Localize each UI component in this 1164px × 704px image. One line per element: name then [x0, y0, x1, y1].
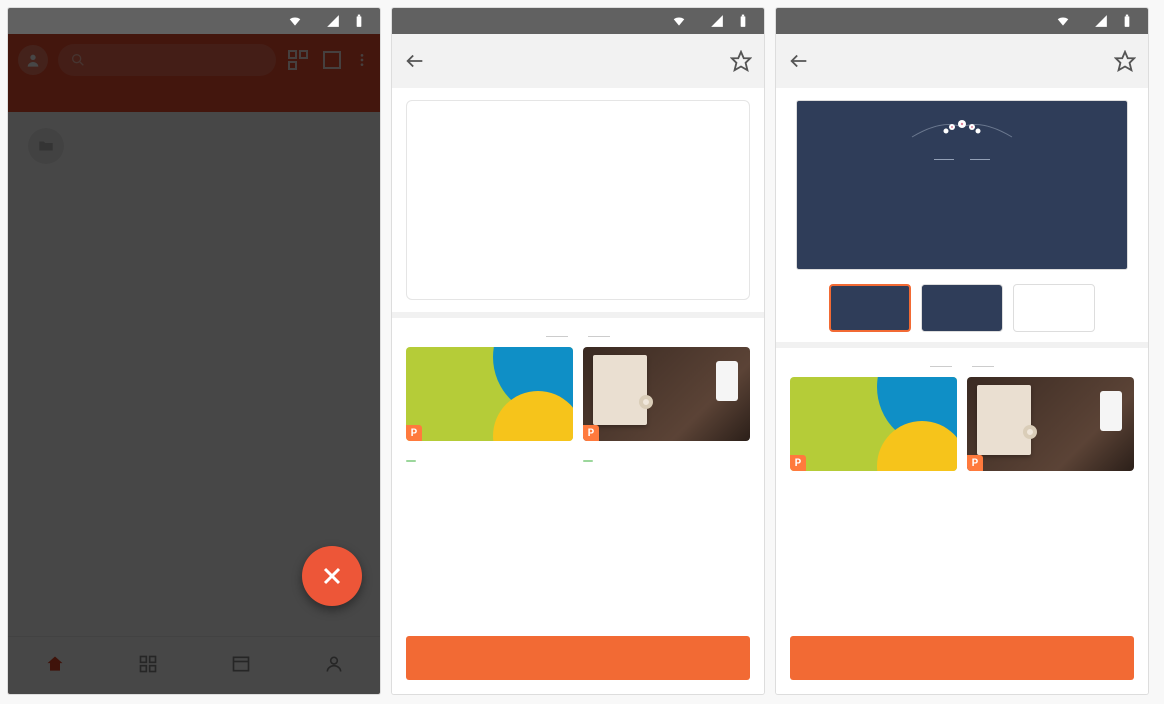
phone-1: [8, 8, 380, 694]
battery-icon: [736, 14, 750, 28]
slide-title: [926, 145, 998, 171]
back-icon[interactable]: [404, 50, 426, 72]
p-badge-icon: P: [406, 425, 422, 441]
thumb-colorful: P: [790, 377, 957, 471]
signal-icon: [326, 14, 340, 28]
p-badge-icon: P: [583, 425, 599, 441]
lte-indicator: [308, 17, 320, 25]
app-bar: [776, 34, 1148, 88]
use-now-button[interactable]: [406, 636, 750, 680]
p-badge-icon: P: [967, 455, 983, 471]
recommend-label: [392, 336, 764, 337]
status-bar: [8, 8, 380, 34]
star-icon[interactable]: [730, 50, 752, 72]
phone-3: P P: [776, 8, 1148, 694]
p-badge-icon: P: [790, 455, 806, 471]
slide-thumb-2[interactable]: [921, 284, 1003, 332]
thumb-magazine: P: [967, 377, 1134, 471]
wifi-icon: [288, 14, 302, 28]
phone-2: P P: [392, 8, 764, 694]
reco-card-1[interactable]: P: [790, 377, 957, 471]
wifi-icon: [672, 14, 686, 28]
slide-thumb-3[interactable]: [1013, 284, 1095, 332]
app-bar: [392, 34, 764, 88]
slide-thumb-1[interactable]: [829, 284, 911, 332]
status-bar: [776, 8, 1148, 34]
slide-preview[interactable]: [796, 100, 1128, 270]
free-tag: [583, 460, 593, 462]
thumb-colorful: P: [406, 347, 573, 441]
lte-indicator: [692, 17, 704, 25]
star-icon[interactable]: [1114, 50, 1136, 72]
reco-card-2[interactable]: P: [583, 347, 750, 466]
use-now-button[interactable]: [790, 636, 1134, 680]
wifi-icon: [1056, 14, 1070, 28]
battery-icon: [352, 14, 366, 28]
flower-ornament-icon: [902, 119, 1022, 143]
status-bar: [392, 8, 764, 34]
battery-icon: [1120, 14, 1134, 28]
fab-close-button[interactable]: [302, 546, 362, 606]
chart-graphic: [423, 111, 739, 289]
free-tag: [406, 460, 416, 462]
back-icon[interactable]: [788, 50, 810, 72]
template-preview[interactable]: [406, 100, 750, 300]
recommend-label: [776, 366, 1148, 367]
thumb-magazine: P: [583, 347, 750, 441]
reco-card-1[interactable]: P: [406, 347, 573, 466]
signal-icon: [1094, 14, 1108, 28]
signal-icon: [710, 14, 724, 28]
lte-indicator: [1076, 17, 1088, 25]
reco-card-2[interactable]: P: [967, 377, 1134, 471]
